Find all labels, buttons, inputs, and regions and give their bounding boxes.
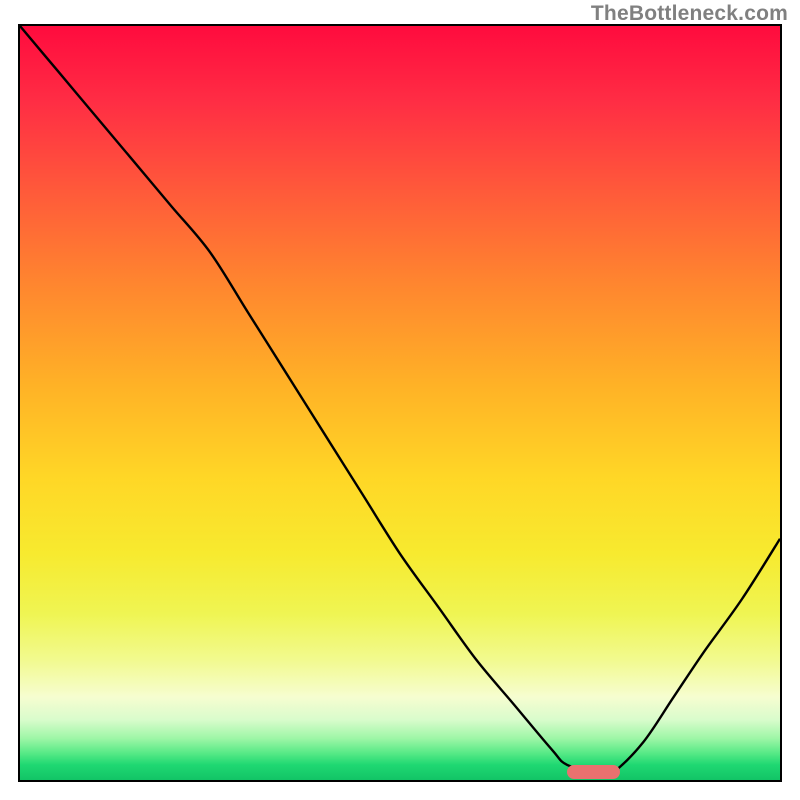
chart-canvas: TheBottleneck.com bbox=[0, 0, 800, 800]
optimal-marker bbox=[567, 765, 620, 779]
chart-frame bbox=[18, 24, 782, 782]
bottleneck-curve bbox=[20, 26, 780, 780]
watermark-text: TheBottleneck.com bbox=[591, 2, 788, 26]
